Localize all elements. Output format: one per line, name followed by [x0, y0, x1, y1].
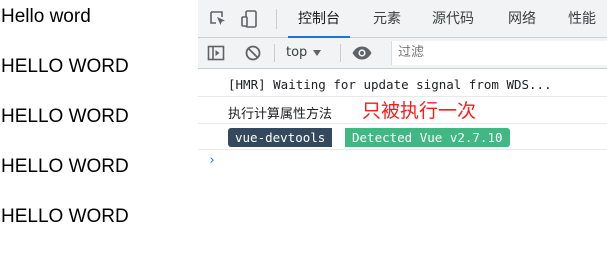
console-toolbar: top: [198, 38, 607, 69]
filter-input[interactable]: [391, 41, 607, 65]
tab-elements[interactable]: 元素: [373, 0, 401, 37]
console-message: [HMR] Waiting for update signal from WDS…: [198, 70, 607, 97]
console-prompt-icon[interactable]: ›: [208, 153, 216, 168]
context-label: top: [286, 45, 308, 60]
tab-console[interactable]: 控制台: [288, 0, 350, 38]
toolbar-divider: [276, 9, 277, 29]
vue-version-badge: Detected Vue v2.7.10: [345, 128, 510, 147]
tab-performance[interactable]: 性能: [568, 0, 596, 37]
console-message: 执行计算属性方法 只被执行一次: [198, 97, 607, 124]
page-content: Hello word HELLO WORD HELLO WORD HELLO W…: [0, 0, 198, 270]
annotation-note: 只被执行一次: [362, 100, 477, 122]
context-selector[interactable]: top: [286, 38, 322, 68]
inspect-element-icon[interactable]: [208, 9, 228, 29]
text-line: HELLO WORD: [1, 156, 129, 177]
console-message: vue-devtools Detected Vue v2.7.10: [198, 124, 607, 150]
text-line: HELLO WORD: [1, 56, 129, 77]
vue-devtools-badge: vue-devtools: [228, 128, 333, 147]
toolbar-divider: [274, 44, 275, 62]
clear-console-icon[interactable]: [243, 43, 263, 63]
eye-icon[interactable]: [351, 43, 372, 63]
console-message-text: [HMR] Waiting for update signal from WDS…: [228, 77, 552, 92]
devtools-panel: 控制台 元素 源代码 网络 性能 top 过滤 [HMR] Waiting fo…: [198, 0, 607, 270]
text-line: Hello word: [1, 6, 91, 27]
tab-sources[interactable]: 源代码: [432, 0, 474, 37]
text-line: HELLO WORD: [1, 106, 129, 127]
console-message-text: 执行计算属性方法: [228, 107, 333, 122]
sidebar-toggle-icon[interactable]: [206, 43, 226, 63]
text-line: HELLO WORD: [1, 206, 129, 227]
chevron-down-icon: [313, 49, 322, 56]
tab-network[interactable]: 网络: [508, 0, 536, 37]
device-toolbar-icon[interactable]: [240, 9, 260, 29]
devtools-tab-bar: 控制台 元素 源代码 网络 性能: [198, 0, 607, 38]
toolbar-divider: [340, 44, 341, 62]
